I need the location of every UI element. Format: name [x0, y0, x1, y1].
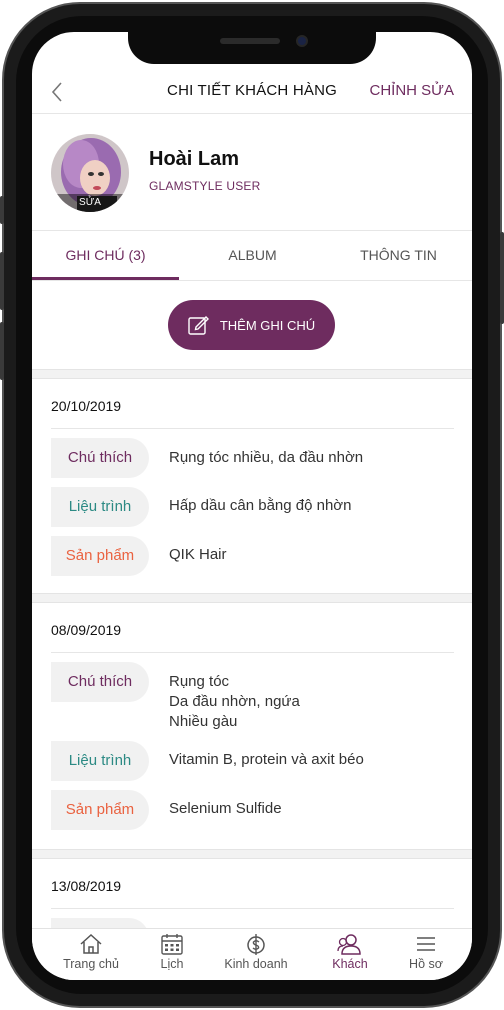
customers-icon: [337, 934, 361, 955]
note-text-line: Da đầu nhờn, ngứa: [169, 693, 300, 710]
avatar-edit-label: SỬA: [51, 194, 129, 212]
note-text: Rụng tóc nhiều, da đầu nhờn: [169, 449, 364, 466]
note-text-line: Rụng tóc: [169, 673, 230, 690]
note-date: 20/10/2019: [51, 398, 122, 414]
nav-profile-label: Hồ sơ: [409, 957, 443, 971]
note-label: Chú thích: [51, 438, 149, 478]
nav-customers-label: Khách: [332, 957, 368, 971]
front-camera: [296, 35, 308, 47]
nav-calendar[interactable]: Lịch: [128, 933, 216, 979]
add-note-label: THÊM GHI CHÚ: [219, 317, 316, 333]
nav-business[interactable]: Kinh doanh: [212, 933, 300, 979]
treatment-label: Liệu trình: [51, 487, 149, 527]
edit-button[interactable]: CHỈNH SỬA: [370, 82, 455, 99]
screen: CHI TIẾT KHÁCH HÀNG CHỈNH SỬA SỬA Hoài L…: [32, 32, 472, 980]
tab-album[interactable]: ALBUM: [179, 232, 326, 280]
mute-switch: [0, 196, 4, 224]
edit-note-icon: [188, 316, 209, 335]
tab-notes[interactable]: GHI CHÚ (3): [32, 232, 179, 280]
home-icon: [80, 933, 102, 954]
product-text: Selenium Sulfide: [169, 800, 282, 817]
note-card: 20/10/2019 Chú thích Rụng tóc nhiều, da …: [32, 380, 472, 593]
avatar[interactable]: SỬA: [51, 134, 129, 212]
dollar-icon: [247, 934, 265, 955]
section-gap: [32, 593, 472, 603]
note-divider: [51, 428, 454, 429]
profile-divider: [32, 230, 472, 231]
tabs-divider: [32, 280, 472, 281]
customer-name: Hoài Lam: [149, 148, 240, 170]
section-gap: [32, 369, 472, 379]
note-divider: [51, 908, 454, 909]
power-button: [500, 232, 504, 324]
nav-profile[interactable]: Hồ sơ: [382, 933, 470, 979]
note-label: Chú thích: [51, 662, 149, 702]
treatment-text: Hấp dầu cân bằng độ nhờn: [169, 497, 352, 514]
menu-icon: [417, 937, 435, 951]
note-date: 08/09/2019: [51, 622, 122, 638]
tab-info[interactable]: THÔNG TIN: [325, 232, 472, 280]
section-gap: [32, 849, 472, 859]
volume-up-button: [0, 252, 4, 310]
note-text-line: Nhiều gàu: [169, 713, 238, 730]
volume-down-button: [0, 322, 4, 380]
bottom-nav: Trang chủ Lịch Kinh doanh Khách Hồ sơ: [32, 928, 472, 980]
product-label: Sản phẩm: [51, 790, 149, 830]
product-text: QIK Hair: [169, 546, 227, 563]
nav-calendar-label: Lịch: [160, 957, 184, 971]
note-divider: [51, 652, 454, 653]
tab-bar: GHI CHÚ (3) ALBUM THÔNG TIN: [32, 232, 472, 282]
calendar-icon: [161, 934, 183, 955]
note-card: 08/09/2019 Chú thích Rụng tóc Da đầu nhờ…: [32, 604, 472, 849]
header-divider: [32, 113, 472, 114]
speaker: [220, 38, 280, 44]
notch: [128, 32, 376, 64]
nav-customers[interactable]: Khách: [306, 933, 394, 979]
add-note-button[interactable]: THÊM GHI CHÚ: [168, 300, 335, 350]
header: CHI TIẾT KHÁCH HÀNG CHỈNH SỬA: [32, 72, 472, 112]
treatment-text: Vitamin B, protein và axit béo: [169, 751, 364, 768]
customer-role: GLAMSTYLE USER: [149, 179, 261, 193]
product-label: Sản phẩm: [51, 536, 149, 576]
note-date: 13/08/2019: [51, 878, 122, 894]
nav-home[interactable]: Trang chủ: [47, 933, 135, 979]
nav-home-label: Trang chủ: [63, 957, 119, 971]
treatment-label: Liệu trình: [51, 741, 149, 781]
nav-business-label: Kinh doanh: [224, 957, 288, 971]
